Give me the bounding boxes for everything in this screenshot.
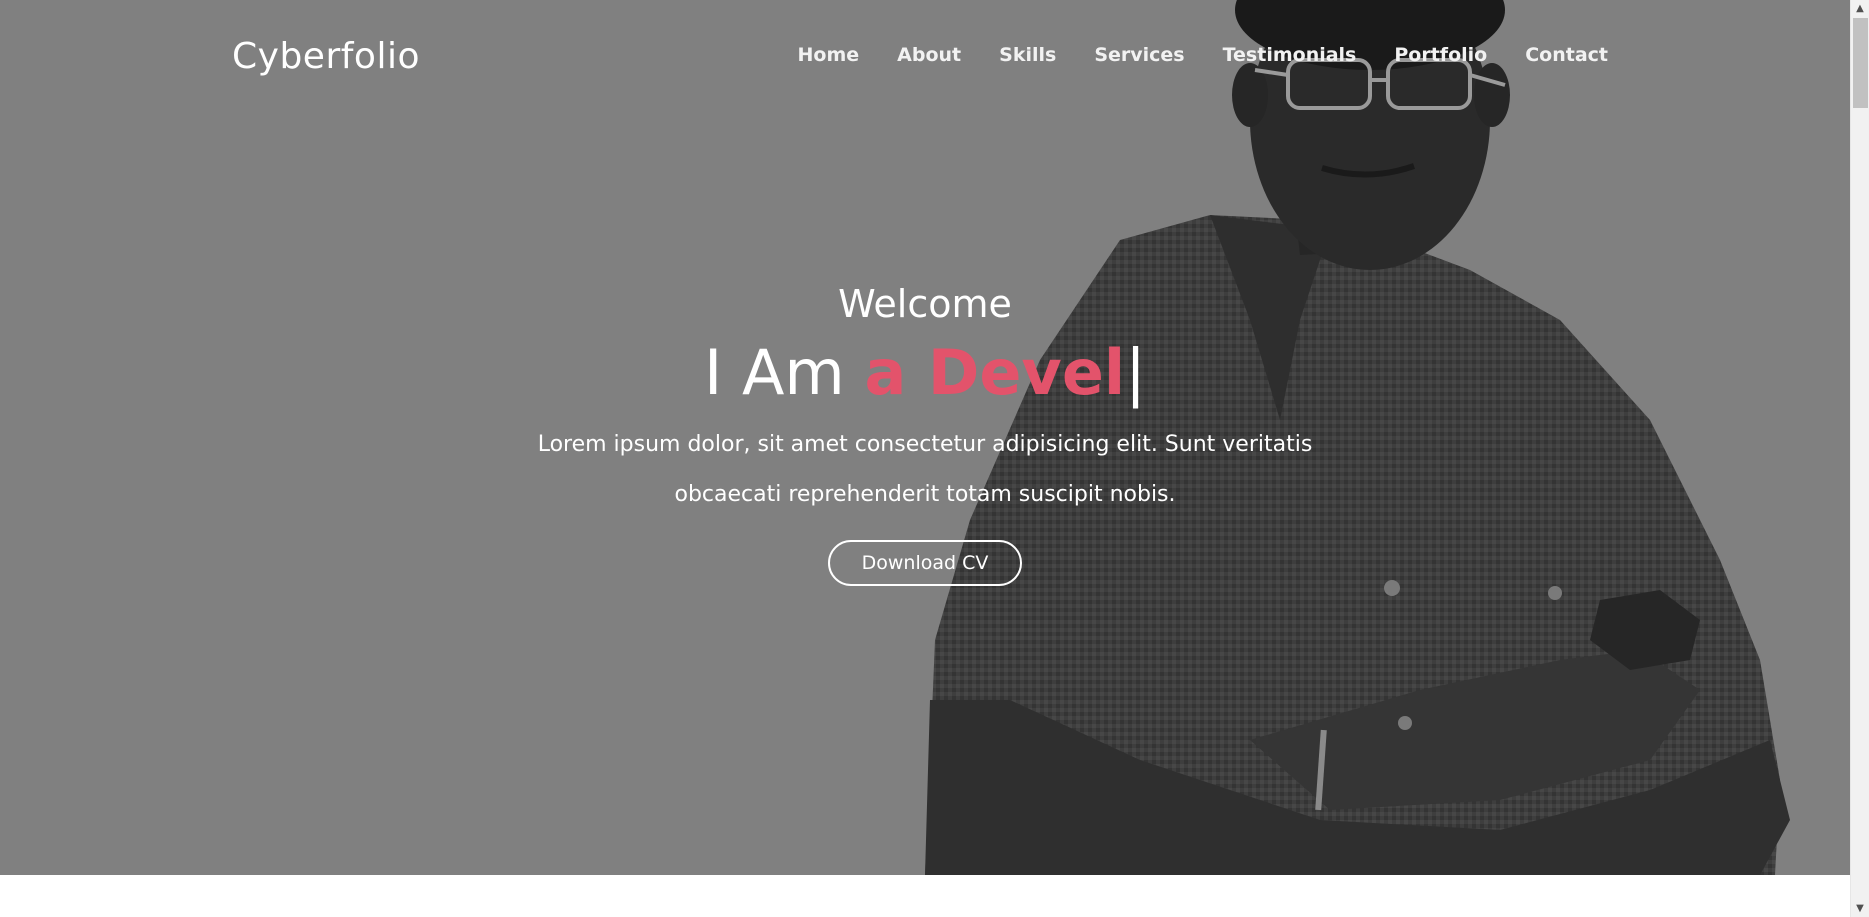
nav-item-skills[interactable]: Skills (999, 44, 1056, 66)
hero-description: Lorem ipsum dolor, sit amet consectetur … (537, 432, 1313, 507)
nav-item-services[interactable]: Services (1094, 44, 1184, 66)
headline-prefix: I Am (703, 336, 865, 409)
typing-caret: | (1125, 336, 1147, 409)
page-scrollbar[interactable]: ▲ ▼ (1850, 0, 1869, 917)
brand-logo[interactable]: Cyberfolio (232, 36, 420, 77)
page: Cyberfolio Home About Skills Services Te… (0, 0, 1869, 917)
hero-welcome: Welcome (838, 282, 1012, 326)
nav-item-home[interactable]: Home (798, 44, 860, 66)
nav-item-testimonials[interactable]: Testimonials (1223, 44, 1357, 66)
download-cv-button[interactable]: Download CV (827, 540, 1023, 586)
hero-content: Welcome I Am a Devel| Lorem ipsum dolor,… (475, 278, 1375, 586)
nav-item-about[interactable]: About (897, 44, 961, 66)
scrollbar-thumb[interactable] (1853, 18, 1868, 108)
chevron-down-icon[interactable]: ▼ (1851, 900, 1869, 917)
hero-headline: I Am a Devel| (475, 334, 1375, 412)
main-nav: Home About Skills Services Testimonials … (760, 44, 1608, 66)
hero-section: Cyberfolio Home About Skills Services Te… (0, 0, 1850, 875)
nav-item-contact[interactable]: Contact (1525, 44, 1608, 66)
chevron-up-icon[interactable]: ▲ (1851, 0, 1869, 17)
headline-typed-text: a Devel (864, 336, 1126, 409)
nav-item-portfolio[interactable]: Portfolio (1394, 44, 1487, 66)
